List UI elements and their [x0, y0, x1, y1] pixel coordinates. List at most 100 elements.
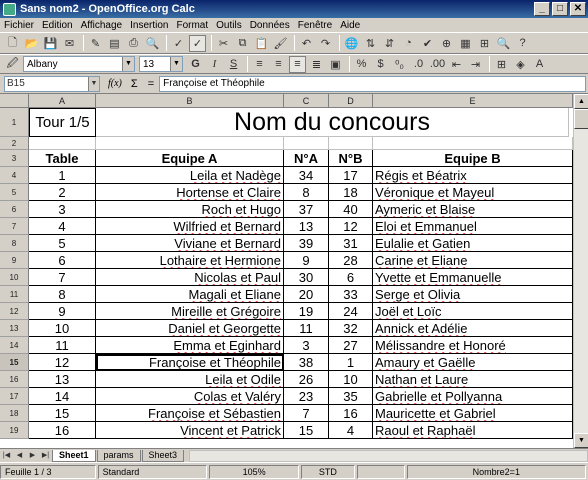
font-size-select[interactable]: 13 ▼: [139, 56, 183, 72]
table-cell[interactable]: 12: [329, 218, 373, 235]
align-center-icon[interactable]: ≡: [270, 56, 287, 73]
copy-icon[interactable]: ⧉: [234, 35, 251, 52]
cut-icon[interactable]: ✂: [215, 35, 232, 52]
autospellcheck-icon[interactable]: ✓: [189, 34, 206, 52]
format-paintbrush-icon[interactable]: 🖌: [272, 35, 289, 52]
table-cell[interactable]: Viviane et Bernard: [96, 235, 284, 252]
row-header-14[interactable]: 14: [0, 337, 29, 354]
function-wizard-button[interactable]: f(x): [108, 78, 122, 89]
table-cell[interactable]: Eloi et Emmanuel: [373, 218, 573, 235]
header-cell-equipe-a[interactable]: Equipe A: [96, 150, 284, 167]
sum-button[interactable]: Σ: [131, 78, 138, 90]
vertical-scrollbar[interactable]: ▲ ▼: [573, 94, 588, 448]
table-cell[interactable]: 15: [284, 422, 329, 439]
table-cell[interactable]: 30: [284, 269, 329, 286]
table-cell[interactable]: 4: [329, 422, 373, 439]
select-all-corner[interactable]: [0, 94, 29, 108]
remove-decimal-icon[interactable]: .00: [429, 56, 446, 73]
table-cell[interactable]: 17: [329, 167, 373, 184]
row-header-10[interactable]: 10: [0, 269, 29, 286]
datasources-icon[interactable]: ⊞: [476, 35, 493, 52]
table-cell[interactable]: Nicolas et Paul: [96, 269, 284, 286]
row-header-2[interactable]: 2: [0, 137, 29, 150]
menu-affichage[interactable]: Affichage: [81, 20, 123, 31]
gallery-icon[interactable]: ▦: [457, 35, 474, 52]
tab-sheet3[interactable]: Sheet3: [141, 449, 185, 462]
name-box[interactable]: B15 ▼: [4, 75, 100, 92]
table-cell[interactable]: 7: [29, 269, 96, 286]
row-header-3[interactable]: 3: [0, 150, 29, 167]
zoom-icon[interactable]: 🔍: [495, 35, 512, 52]
table-cell[interactable]: Joël et Loïc: [373, 303, 573, 320]
italic-button[interactable]: I: [206, 56, 223, 73]
merge-cells-icon[interactable]: ▣: [327, 56, 344, 73]
active-cell[interactable]: Françoise et Théophile: [96, 354, 284, 371]
table-cell[interactable]: 11: [284, 320, 329, 337]
table-cell[interactable]: 18: [329, 184, 373, 201]
table-cell[interactable]: 8: [284, 184, 329, 201]
table-cell[interactable]: Raoul et Raphaël: [373, 422, 573, 439]
table-cell[interactable]: 8: [29, 286, 96, 303]
menu-edition[interactable]: Edition: [42, 20, 73, 31]
table-cell[interactable]: 31: [329, 235, 373, 252]
row-header-8[interactable]: 8: [0, 235, 29, 252]
decrease-indent-icon[interactable]: ⇤: [448, 56, 465, 73]
empty-cell[interactable]: [373, 137, 573, 150]
table-cell[interactable]: 3: [29, 201, 96, 218]
row-header-1[interactable]: 1: [0, 108, 29, 137]
table-cell[interactable]: Wilfried et Bernard: [96, 218, 284, 235]
table-cell[interactable]: 9: [29, 303, 96, 320]
table-cell[interactable]: Emma et Eginhard: [96, 337, 284, 354]
table-cell[interactable]: 6: [329, 269, 373, 286]
header-cell-table[interactable]: Table: [29, 150, 96, 167]
column-header-b[interactable]: B: [96, 94, 284, 108]
table-cell[interactable]: 16: [329, 405, 373, 422]
table-cell[interactable]: Annick et Adélie: [373, 320, 573, 337]
next-sheet-icon[interactable]: ▶: [26, 450, 39, 462]
column-header-c[interactable]: C: [284, 94, 329, 108]
open-folder-icon[interactable]: 📂: [23, 35, 40, 52]
header-cell-nb[interactable]: N°B: [329, 150, 373, 167]
menu-fichier[interactable]: Fichier: [4, 20, 34, 31]
tab-params[interactable]: params: [96, 449, 141, 462]
paste-icon[interactable]: 📋: [253, 35, 270, 52]
table-cell[interactable]: 12: [29, 354, 96, 371]
table-cell[interactable]: 35: [329, 388, 373, 405]
export-pdf-icon[interactable]: ▤: [106, 35, 123, 52]
header-cell-equipe-b[interactable]: Equipe B: [373, 150, 573, 167]
prev-sheet-icon[interactable]: ◀: [13, 450, 26, 462]
column-header-a[interactable]: A: [29, 94, 96, 108]
close-button[interactable]: ✕: [570, 2, 586, 16]
empty-cell[interactable]: [284, 137, 329, 150]
table-cell[interactable]: 6: [29, 252, 96, 269]
status-zoom[interactable]: 105%: [209, 464, 299, 479]
table-cell[interactable]: 27: [329, 337, 373, 354]
header-cell-na[interactable]: N°A: [284, 150, 329, 167]
table-cell[interactable]: 2: [29, 184, 96, 201]
spreadsheet-grid[interactable]: A B C D E 1 2 3 4 5 6 7 8 9 10 11 12 13 14 15 16 17 18 19 Tour 1…: [0, 94, 588, 448]
table-cell[interactable]: Hortense et Claire: [96, 184, 284, 201]
table-cell[interactable]: 10: [29, 320, 96, 337]
table-cell[interactable]: 32: [329, 320, 373, 337]
maximize-button[interactable]: □: [552, 2, 568, 16]
hyperlink-icon[interactable]: 🌐: [343, 35, 360, 52]
background-color-icon[interactable]: ◈: [512, 56, 529, 73]
menu-aide[interactable]: Aide: [340, 20, 360, 31]
table-cell[interactable]: Françoise et Sébastien: [96, 405, 284, 422]
formula-button[interactable]: =: [148, 78, 154, 90]
table-cell[interactable]: 39: [284, 235, 329, 252]
table-cell[interactable]: Régis et Béatrix: [373, 167, 573, 184]
table-cell[interactable]: Magali et Eliane: [96, 286, 284, 303]
number-format-icon[interactable]: ⁰₀: [391, 56, 408, 73]
table-cell[interactable]: 3: [284, 337, 329, 354]
table-cell[interactable]: 33: [329, 286, 373, 303]
table-cell[interactable]: 13: [29, 371, 96, 388]
row-header-7[interactable]: 7: [0, 218, 29, 235]
undo-icon[interactable]: ↶: [298, 35, 315, 52]
navigator-icon[interactable]: ⊕: [438, 35, 455, 52]
percent-icon[interactable]: $: [372, 56, 389, 73]
new-document-icon[interactable]: 🗋: [4, 35, 21, 52]
row-header-5[interactable]: 5: [0, 184, 29, 201]
spellcheck-icon[interactable]: ✓: [170, 35, 187, 52]
table-cell[interactable]: 14: [29, 388, 96, 405]
